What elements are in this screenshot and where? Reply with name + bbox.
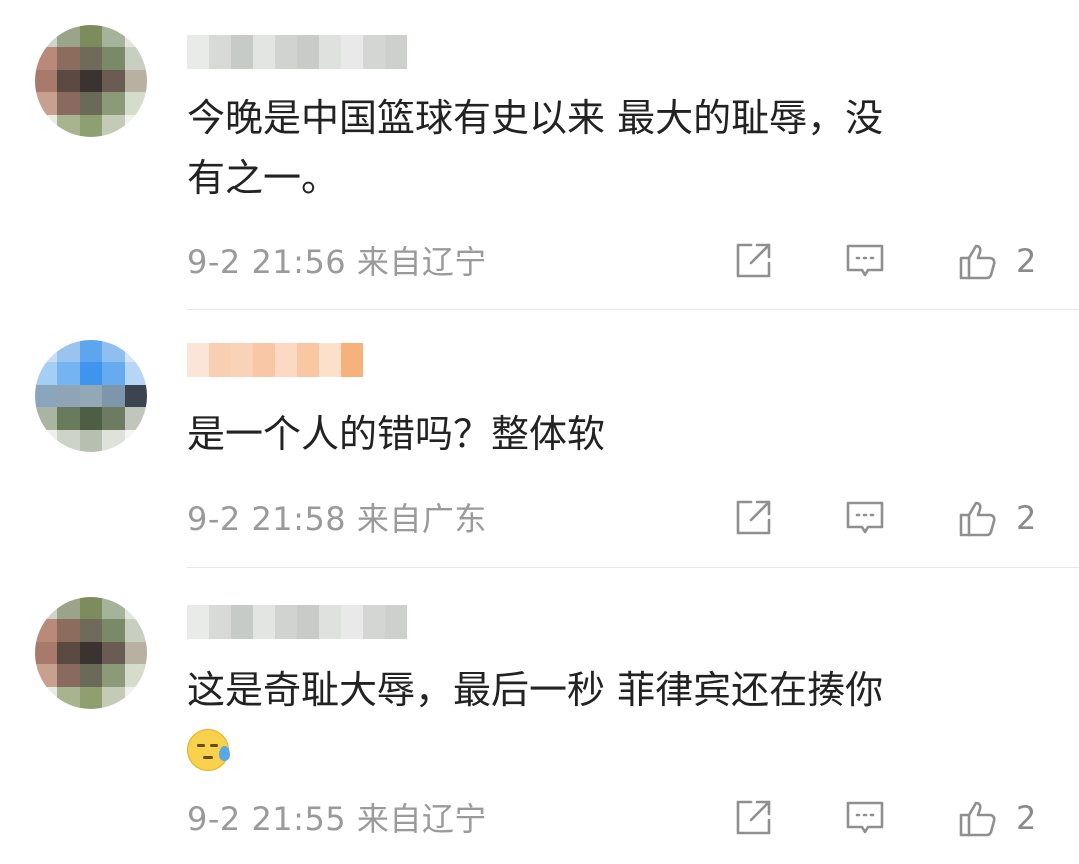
comment-text: 是一个人的错吗？整体软 [187, 404, 1027, 464]
avatar[interactable] [35, 597, 147, 709]
action-bar: 2 [719, 794, 1079, 842]
timestamp: 9-2 21:55 [187, 800, 347, 838]
comment-text-line: 今晚是中国篮球有史以来 最大的耻辱，没 [187, 96, 884, 140]
share-icon[interactable] [729, 494, 777, 542]
username-blurred[interactable] [187, 605, 407, 639]
comment-meta: 9-2 21:55 来自辽宁 [187, 799, 487, 839]
avatar[interactable] [35, 340, 147, 452]
comment-text-line: 有之一。 [187, 156, 340, 200]
comment-icon[interactable] [841, 794, 889, 842]
location: 来自辽宁 [356, 243, 487, 281]
share-icon[interactable] [729, 237, 777, 285]
thumbs-up-icon[interactable] [954, 494, 1002, 542]
comment-icon[interactable] [841, 494, 889, 542]
emoji-line [187, 720, 1027, 780]
avatar[interactable] [35, 25, 147, 137]
divider [187, 309, 1079, 310]
comment-text-line: 这是奇耻大辱，最后一秒 菲律宾还在揍你 [187, 668, 884, 712]
action-bar: 2 [719, 494, 1079, 542]
comment-icon[interactable] [841, 237, 889, 285]
thumbs-up-icon[interactable] [954, 237, 1002, 285]
username-blurred[interactable] [187, 343, 363, 377]
like-count: 2 [1016, 499, 1037, 537]
timestamp: 9-2 21:56 [187, 243, 347, 281]
username-blurred[interactable] [187, 35, 407, 69]
location: 来自辽宁 [356, 800, 487, 838]
comment-text: 今晚是中国篮球有史以来 最大的耻辱，没 有之一。 [187, 88, 1027, 208]
divider [187, 567, 1079, 568]
like-count: 2 [1016, 242, 1037, 280]
share-icon[interactable] [729, 794, 777, 842]
timestamp: 9-2 21:58 [187, 500, 347, 538]
like-count: 2 [1016, 799, 1037, 837]
thumbs-up-icon[interactable] [954, 794, 1002, 842]
action-bar: 2 [719, 237, 1079, 285]
comment-meta: 9-2 21:58 来自广东 [187, 499, 487, 539]
comment-meta: 9-2 21:56 来自辽宁 [187, 242, 487, 282]
comment-text-line: 是一个人的错吗？整体软 [187, 412, 606, 456]
sweat-emoji-icon [187, 729, 230, 771]
location: 来自广东 [356, 500, 487, 538]
comment-text: 这是奇耻大辱，最后一秒 菲律宾还在揍你 [187, 660, 1027, 780]
